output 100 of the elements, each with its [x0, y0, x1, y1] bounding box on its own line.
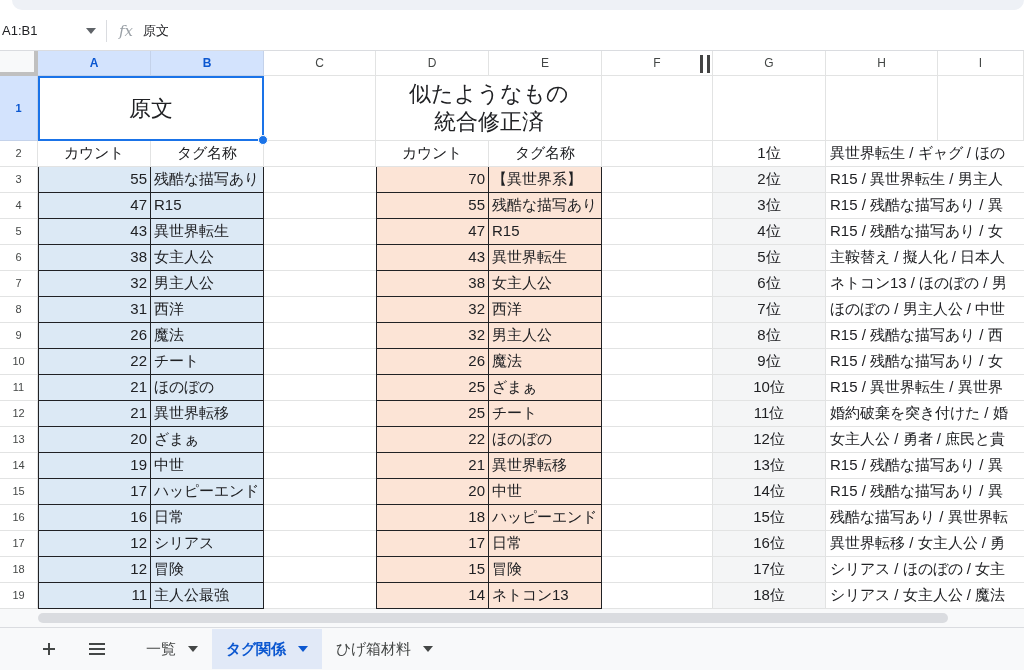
tags-cell: R15 / 残酷な描写あり / 女	[826, 219, 1024, 245]
column-header[interactable]: D	[376, 51, 489, 76]
row-header[interactable]: 15	[0, 479, 38, 505]
count-cell: 21	[38, 375, 151, 401]
fill-handle[interactable]	[258, 135, 268, 145]
count-cell: 17	[38, 479, 151, 505]
count-cell: 21	[38, 401, 151, 427]
horizontal-scrollbar[interactable]	[38, 613, 948, 623]
tag-cell-text: 残酷な描写あり	[491, 195, 597, 216]
sheet-tab[interactable]: 一覧	[132, 629, 212, 669]
rank-cell: 15位	[713, 505, 826, 531]
count-cell: 25	[376, 401, 489, 427]
tag-cell-text: チート	[491, 403, 537, 424]
column-header[interactable]: F	[602, 51, 713, 76]
count-cell: 47	[376, 219, 489, 245]
tag-cell-text: R15	[153, 195, 182, 216]
function-icon: fx	[113, 19, 139, 43]
tag-cell-text: 主人公最強	[153, 585, 229, 606]
rank-cell: 10位	[713, 375, 826, 401]
count-cell: 55	[376, 193, 489, 219]
column-header[interactable]: C	[264, 51, 376, 76]
count-cell: 11	[38, 583, 151, 609]
tag-cell-text: ざまぁ	[491, 377, 537, 398]
row-header[interactable]: 14	[0, 453, 38, 479]
tags-cell: R15 / 残酷な描写あり / 異	[826, 479, 1024, 505]
count-cell: 12	[38, 557, 151, 583]
column-header[interactable]: E	[489, 51, 602, 76]
row-header[interactable]: 12	[0, 401, 38, 427]
column-header[interactable]: H	[826, 51, 938, 76]
tag-cell-text: 残酷な描写あり	[153, 169, 259, 190]
count-cell: 12	[38, 531, 151, 557]
row-header[interactable]: 13	[0, 427, 38, 453]
column-header[interactable]: A	[38, 51, 151, 76]
menu-icon[interactable]	[88, 643, 106, 655]
count-cell: 43	[376, 245, 489, 271]
tag-cell-text: ほのぼの	[491, 429, 552, 450]
tag-cell-text: 中世	[491, 481, 522, 502]
rank-cell: 13位	[713, 453, 826, 479]
tag-cell-text: 西洋	[491, 299, 522, 320]
sheet-tab[interactable]: ひげ箱材料	[322, 629, 447, 669]
count-cell: 18	[376, 505, 489, 531]
sheet-tab[interactable]: タグ関係	[212, 629, 322, 669]
add-sheet-icon[interactable]	[42, 642, 56, 656]
title-line: 似たようなもの	[408, 80, 569, 108]
rank-cell: 12位	[713, 427, 826, 453]
row-header[interactable]: 10	[0, 349, 38, 375]
name-box[interactable]: A1:B1	[0, 21, 100, 41]
count-cell: 22	[38, 349, 151, 375]
count-cell: 55	[38, 167, 151, 193]
column-header[interactable]: G	[713, 51, 826, 76]
row-header[interactable]: 19	[0, 583, 38, 609]
tag-cell-text: ハッピーエンド	[153, 481, 259, 502]
tag-cell-text: ほのぼの	[153, 377, 214, 398]
tag-cell-text: チート	[153, 351, 199, 372]
tag-cell-text: 異世界転生	[491, 247, 567, 268]
tags-cell: R15 / 残酷な描写あり / 女	[826, 349, 1024, 375]
count-cell: 21	[376, 453, 489, 479]
row-header[interactable]: 9	[0, 323, 38, 349]
tags-cell: 異世界転移 / 女主人公 / 勇	[826, 531, 1024, 557]
row-header[interactable]: 11	[0, 375, 38, 401]
count-cell: 70	[376, 167, 489, 193]
tags-cell: 女主人公 / 勇者 / 庶民と貴	[826, 427, 1024, 453]
rank-cell: 9位	[713, 349, 826, 375]
count-cell: 32	[38, 271, 151, 297]
tag-cell-text: ネトコン13	[491, 585, 569, 606]
column-header[interactable]: B	[151, 51, 264, 76]
row-header[interactable]: 17	[0, 531, 38, 557]
tags-cell: ネトコン13 / ほのぼの / 男	[826, 271, 1024, 297]
tag-cell-text: 異世界転移	[153, 403, 229, 424]
rank-cell: 4位	[713, 219, 826, 245]
row-header[interactable]: 6	[0, 245, 38, 271]
tag-cell-text: ざまぁ	[153, 429, 199, 450]
row-header[interactable]: 16	[0, 505, 38, 531]
row-header[interactable]: 7	[0, 271, 38, 297]
rank-cell: 14位	[713, 479, 826, 505]
tag-cell-text: 魔法	[153, 325, 184, 346]
tag-cell-text: 女主人公	[153, 247, 214, 268]
row-header[interactable]: 18	[0, 557, 38, 583]
tag-cell-text: 女主人公	[491, 273, 552, 294]
formula-field[interactable]: 原文	[143, 21, 169, 41]
count-cell: 20	[376, 479, 489, 505]
row-header[interactable]: 3	[0, 167, 38, 193]
tags-cell: 主鞍替え / 擬人化 / 日本人	[826, 245, 1024, 271]
row-header[interactable]: 5	[0, 219, 38, 245]
count-cell: 17	[376, 531, 489, 557]
row-header[interactable]: 8	[0, 297, 38, 323]
row-header[interactable]: 4	[0, 193, 38, 219]
count-cell: 31	[38, 297, 151, 323]
tag-cell-text: R15	[491, 221, 520, 242]
caret-icon	[86, 28, 96, 34]
tag-cell-text: シリアス	[153, 533, 214, 554]
row-header[interactable]: 2	[0, 141, 38, 167]
tags-cell: R15 / 異世界転生 / 男主人	[826, 167, 1024, 193]
rank-cell: 17位	[713, 557, 826, 583]
caret-icon	[423, 646, 433, 652]
freeze-handle-icon[interactable]	[698, 55, 712, 73]
column-header[interactable]: I	[938, 51, 1024, 76]
count-cell: 38	[38, 245, 151, 271]
tag-cell-text: 冒険	[491, 559, 522, 580]
row-header[interactable]: 1	[0, 76, 38, 141]
